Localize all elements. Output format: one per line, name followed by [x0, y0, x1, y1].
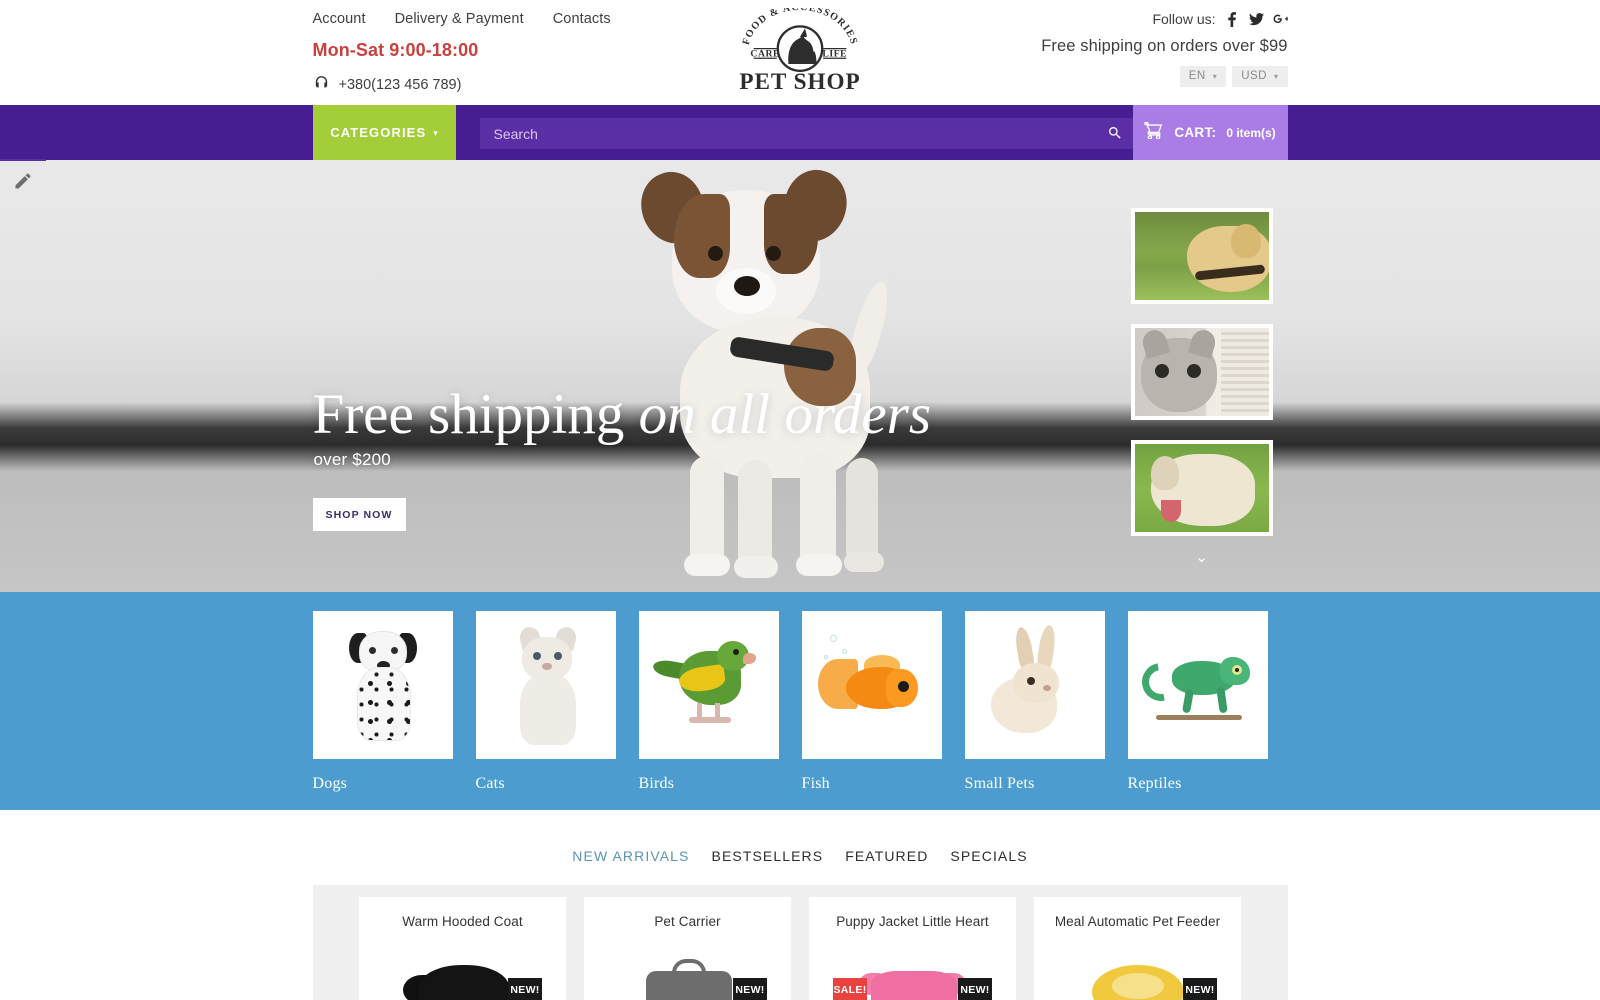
- hero-title-italic: on all orders: [638, 383, 932, 446]
- thumbnail-kitten[interactable]: [1130, 324, 1273, 420]
- product-tabs: NEW ARRIVALS BESTSELLERS FEATURED SPECIA…: [313, 810, 1288, 864]
- category-label-reptiles: Reptiles: [1127, 775, 1182, 792]
- badge-new: NEW!: [958, 978, 992, 1000]
- edit-tab[interactable]: [0, 159, 46, 205]
- hero-subtitle: over $200: [313, 450, 391, 469]
- hero-thumbnail-list: ⌄: [1130, 208, 1273, 565]
- facebook-icon[interactable]: [1225, 11, 1240, 27]
- category-card-birds[interactable]: Birds: [638, 611, 779, 810]
- top-link-contacts[interactable]: Contacts: [553, 11, 611, 27]
- cart-count: 0 item(s): [1226, 125, 1276, 140]
- products-section: NEW ARRIVALS BESTSELLERS FEATURED SPECIA…: [0, 810, 1600, 1000]
- white-kitten-image: [475, 611, 616, 759]
- svg-text:CARE: CARE: [750, 48, 780, 59]
- category-card-small-pets[interactable]: Small Pets: [964, 611, 1105, 810]
- category-card-dogs[interactable]: Dogs: [312, 611, 453, 810]
- shop-now-button[interactable]: SHOP NOW: [312, 498, 406, 531]
- site-logo[interactable]: FOOD & ACCESSORIES CARE LIFE PET SHOP: [732, 8, 868, 93]
- top-header: Account Delivery & Payment Contacts Mon-…: [0, 0, 1600, 105]
- cart-button[interactable]: CART: 0 item(s): [1132, 105, 1288, 160]
- phone-row: +380(123 456 789): [313, 74, 462, 96]
- top-link-delivery-payment[interactable]: Delivery & Payment: [395, 11, 524, 27]
- chevron-down-icon: ▾: [433, 128, 438, 138]
- category-label-fish: Fish: [801, 775, 830, 792]
- category-label-cats: Cats: [475, 775, 505, 792]
- badge-sale: SALE!: [833, 978, 867, 1000]
- search-bar[interactable]: [479, 118, 1133, 149]
- goldfish-image: [801, 611, 942, 759]
- search-button[interactable]: [1106, 125, 1124, 143]
- language-selector[interactable]: EN ▾: [1179, 66, 1227, 87]
- hero-title-main: Free shipping: [312, 383, 639, 446]
- tab-new-arrivals[interactable]: NEW ARRIVALS: [572, 848, 689, 864]
- tab-featured[interactable]: FEATURED: [845, 848, 928, 864]
- hero-title: Free shipping on all orders: [313, 386, 932, 443]
- category-card-cats[interactable]: Cats: [475, 611, 616, 810]
- google-plus-icon[interactable]: [1273, 11, 1288, 27]
- shopping-cart-icon: [1144, 121, 1164, 144]
- badge-new: NEW!: [508, 978, 542, 1000]
- thumbnail-labrador[interactable]: [1130, 208, 1273, 304]
- currency-selector[interactable]: USD ▾: [1232, 66, 1288, 87]
- categories-label: CATEGORIES: [330, 125, 427, 140]
- rabbit-image: [964, 611, 1105, 759]
- currency-value: USD: [1241, 70, 1267, 82]
- free-shipping-note: Free shipping on orders over $99: [1041, 37, 1288, 55]
- top-link-account[interactable]: Account: [313, 11, 366, 27]
- top-nav-links: Account Delivery & Payment Contacts: [313, 11, 611, 27]
- product-name: Warm Hooded Coat: [402, 914, 523, 929]
- page-root: Account Delivery & Payment Contacts Mon-…: [0, 0, 1600, 1000]
- shop-now-label: SHOP NOW: [325, 508, 393, 521]
- product-card-pet-carrier[interactable]: Pet Carrier NEW!: [584, 897, 791, 1000]
- product-name: Meal Automatic Pet Feeder: [1054, 914, 1221, 929]
- category-label-small-pets: Small Pets: [964, 775, 1035, 792]
- badge-new: NEW!: [1183, 978, 1217, 1000]
- product-name: Pet Carrier: [654, 914, 721, 929]
- svg-text:LIFE: LIFE: [822, 48, 847, 59]
- follow-us-label: Follow us:: [1152, 11, 1216, 27]
- category-band: Dogs Cats Birds Fish Small Pets Reptiles: [0, 592, 1600, 810]
- chevron-down-icon: ▾: [1212, 71, 1218, 81]
- product-grid: Warm Hooded Coat NEW! Pet Carrier NEW! P…: [312, 885, 1288, 1000]
- pencil-icon: [13, 171, 33, 196]
- headset-icon: [313, 74, 330, 96]
- working-hours: Mon-Sat 9:00-18:00: [312, 40, 479, 60]
- dalmatian-puppy-image: [312, 611, 453, 759]
- category-card-fish[interactable]: Fish: [801, 611, 942, 810]
- badge-new: NEW!: [733, 978, 767, 1000]
- thumbnails-next-button[interactable]: ⌄: [1131, 550, 1273, 565]
- category-card-reptiles[interactable]: Reptiles: [1127, 611, 1268, 810]
- cart-label: CART:: [1174, 125, 1217, 140]
- language-value: EN: [1188, 70, 1206, 82]
- twitter-icon[interactable]: [1248, 11, 1264, 27]
- green-parrot-image: [638, 611, 779, 759]
- hero-banner: Free shipping on all orders over $200 SH…: [0, 160, 1600, 592]
- phone-number[interactable]: +380(123 456 789): [339, 77, 462, 93]
- product-card-puppy-jacket-little-heart[interactable]: Puppy Jacket Little Heart SALE! NEW!: [809, 897, 1016, 1000]
- thumbnail-golden-retriever[interactable]: [1130, 440, 1273, 536]
- product-card-meal-automatic-pet-feeder[interactable]: Meal Automatic Pet Feeder NEW!: [1034, 897, 1241, 1000]
- main-nav-bar: CATEGORIES ▾ CART: 0 item(s): [0, 105, 1600, 160]
- category-label-dogs: Dogs: [312, 775, 348, 792]
- pet-shop-logo-icon: FOOD & ACCESSORIES CARE LIFE PET SHOP: [739, 8, 860, 93]
- product-card-warm-hooded-coat[interactable]: Warm Hooded Coat NEW!: [359, 897, 566, 1000]
- search-input[interactable]: [479, 118, 1133, 149]
- product-name: Puppy Jacket Little Heart: [836, 914, 989, 929]
- search-icon: [1107, 127, 1123, 144]
- chameleon-image: [1127, 611, 1268, 759]
- tab-bestsellers[interactable]: BESTSELLERS: [712, 848, 824, 864]
- chevron-down-icon: ⌄: [1195, 549, 1208, 566]
- category-label-birds: Birds: [638, 775, 675, 792]
- chevron-down-icon: ▾: [1273, 71, 1279, 81]
- svg-text:PET SHOP: PET SHOP: [739, 69, 860, 93]
- locale-selectors: EN ▾ USD ▾: [1179, 66, 1288, 87]
- categories-button[interactable]: CATEGORIES ▾: [312, 105, 456, 160]
- follow-us: Follow us:: [1152, 11, 1288, 27]
- tab-specials[interactable]: SPECIALS: [950, 848, 1027, 864]
